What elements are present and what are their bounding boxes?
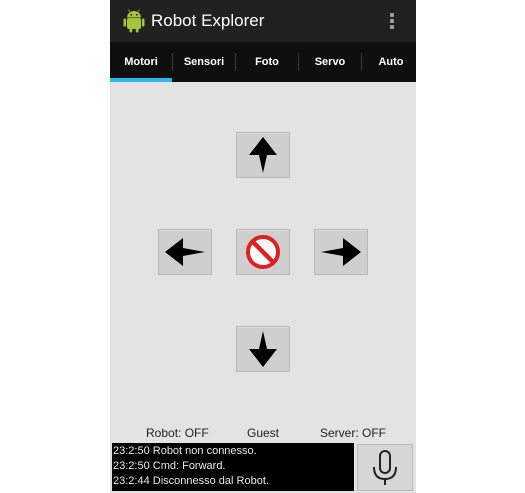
tab-auto[interactable]: Auto (362, 42, 416, 82)
log-panel: 23:2:50 Robot non connesso. 23:2:50 Cmd:… (112, 443, 354, 491)
tab-motori[interactable]: Motori (110, 42, 172, 82)
log-line: 23:2:50 Robot non connesso. (113, 445, 257, 457)
turn-right-button[interactable] (314, 229, 368, 275)
selected-tab-indicator (110, 78, 172, 82)
arrow-left-icon (165, 238, 205, 266)
turn-left-button[interactable] (158, 229, 212, 275)
arrow-down-icon (249, 331, 277, 367)
overflow-menu-icon[interactable] (384, 10, 400, 32)
user-status: Guest (247, 426, 280, 440)
arrow-right-icon (321, 238, 361, 266)
robot-status: Robot: OFF (146, 426, 209, 440)
app-title: Robot Explorer (151, 11, 265, 30)
status-bar: Robot: OFF Guest Server: OFF (110, 424, 416, 442)
stop-button[interactable] (236, 229, 290, 275)
tab-foto[interactable]: Foto (236, 42, 298, 82)
stop-icon (246, 235, 280, 269)
move-forward-button[interactable] (236, 132, 290, 178)
arrow-up-icon (249, 137, 277, 173)
tab-servo[interactable]: Servo (299, 42, 361, 82)
server-status: Server: OFF (320, 426, 387, 440)
voice-command-button[interactable] (357, 444, 413, 491)
tab-bar: Motori Sensori Foto Servo Auto (110, 42, 416, 82)
tab-sensori[interactable]: Sensori (173, 42, 235, 82)
app-screen: Robot Explorer Motori Sensori Foto Servo… (110, 0, 416, 493)
log-line: 23:2:44 Disconnesso dal Robot. (113, 475, 269, 487)
log-line: 23:2:50 Cmd: Forward. (113, 460, 226, 472)
android-icon (123, 9, 145, 33)
move-backward-button[interactable] (236, 326, 290, 372)
action-bar: Robot Explorer (110, 0, 416, 42)
microphone-icon (373, 450, 397, 485)
